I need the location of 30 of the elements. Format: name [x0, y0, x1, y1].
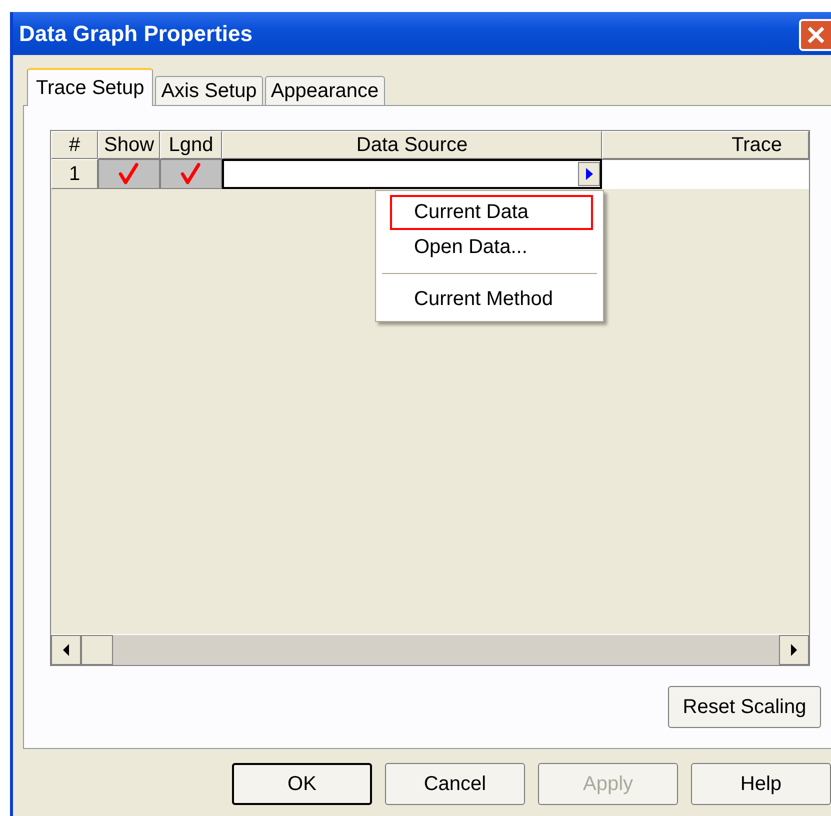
- close-icon: [806, 24, 826, 44]
- dialog-button[interactable]: OK: [232, 763, 372, 805]
- column-header[interactable]: Lgnd: [160, 131, 222, 159]
- window-title: Data Graph Properties: [19, 20, 253, 46]
- dialog-button[interactable]: Cancel: [385, 763, 525, 805]
- right-arrow-icon: [790, 644, 798, 656]
- close-button[interactable]: [799, 18, 831, 50]
- column-header[interactable]: Trace: [602, 131, 809, 159]
- dropdown-button[interactable]: [578, 162, 600, 186]
- menu-item[interactable]: Current Method: [390, 282, 593, 317]
- tab[interactable]: Appearance: [264, 76, 385, 105]
- checkbox[interactable]: [180, 163, 202, 185]
- column-header[interactable]: Show: [98, 131, 160, 159]
- right-triangle-icon: [585, 168, 593, 180]
- menu-item[interactable]: Open Data...: [390, 230, 593, 265]
- tab[interactable]: Trace Setup: [27, 68, 154, 106]
- scroll-left-button[interactable]: [51, 635, 81, 665]
- data-source-field[interactable]: [222, 159, 602, 189]
- dialog-button[interactable]: Help: [691, 763, 831, 805]
- horizontal-scrollbar[interactable]: [51, 634, 809, 665]
- tab[interactable]: Axis Setup: [155, 76, 263, 105]
- scroll-thumb[interactable]: [81, 635, 113, 665]
- row-header: 1: [51, 159, 98, 189]
- left-arrow-icon: [62, 644, 70, 656]
- scroll-right-button[interactable]: [779, 635, 809, 665]
- checkbox[interactable]: [118, 163, 140, 185]
- column-header[interactable]: #: [51, 131, 98, 159]
- menu-item[interactable]: Current Data: [390, 195, 593, 230]
- column-header[interactable]: Data Source: [222, 131, 602, 159]
- reset-scaling-button[interactable]: Reset Scaling: [668, 686, 821, 728]
